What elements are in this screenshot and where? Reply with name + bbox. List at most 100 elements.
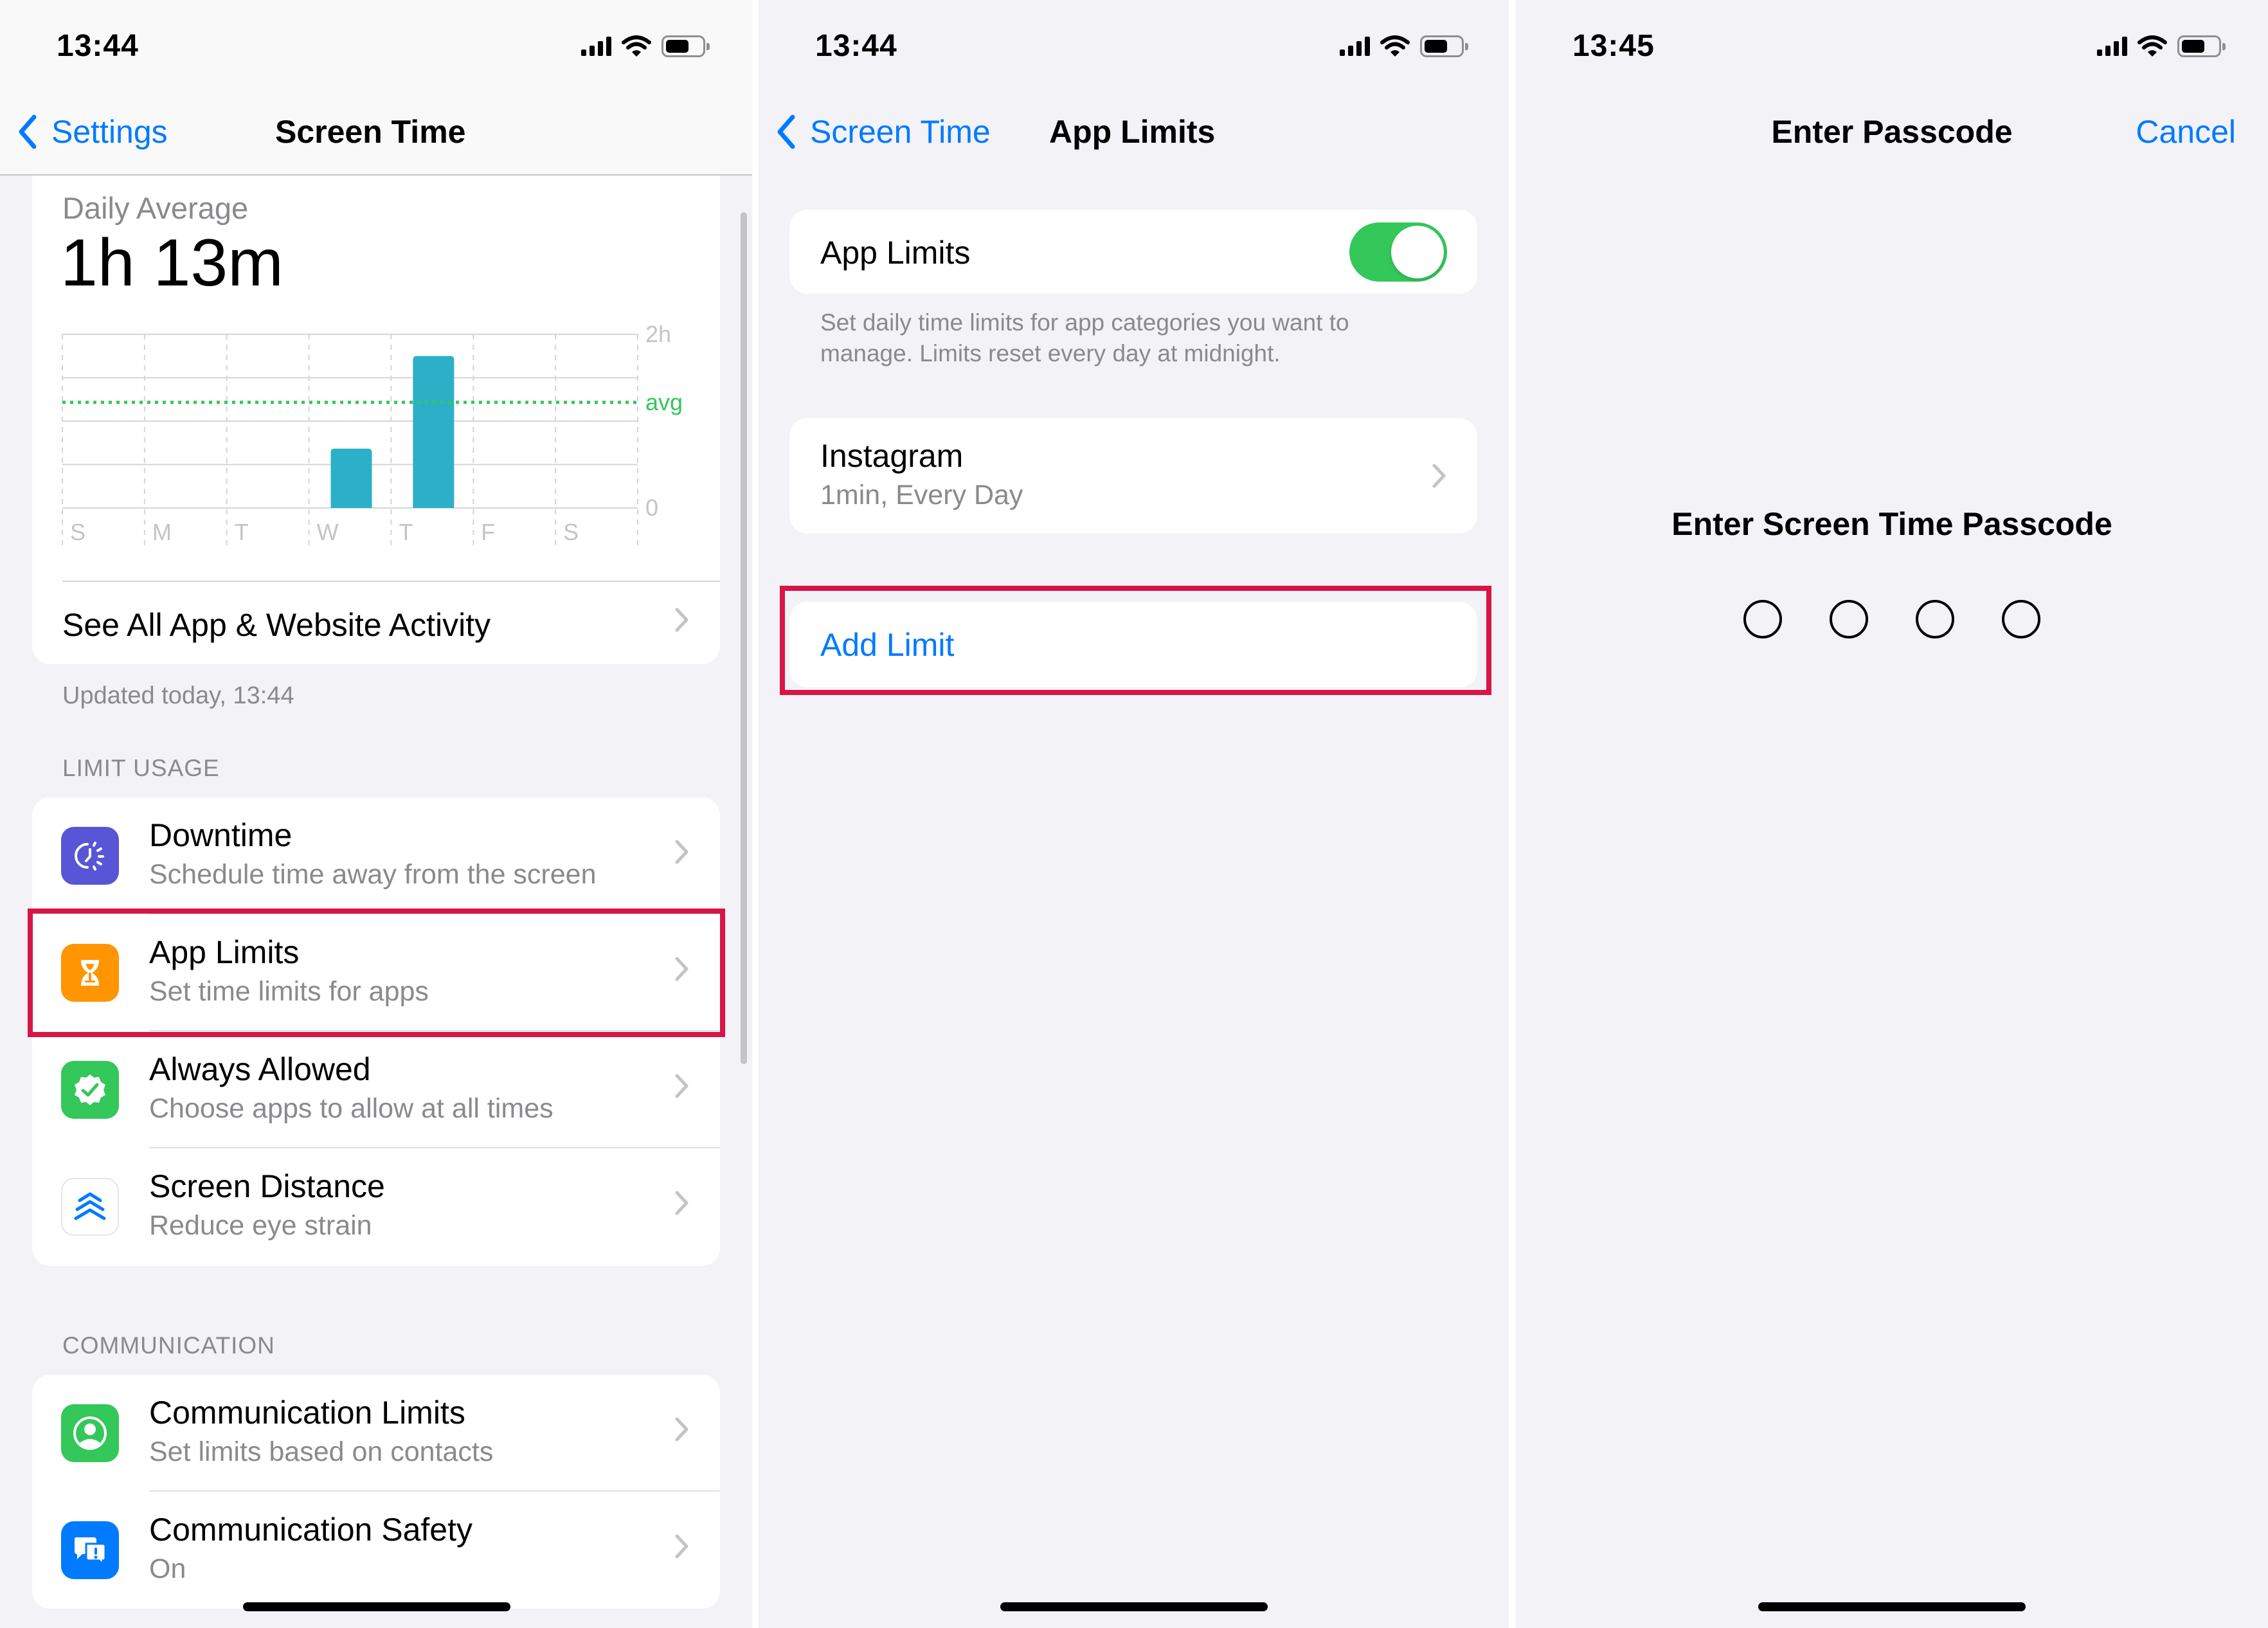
downtime-title: Downtime [149, 817, 292, 853]
chevron-right-icon [675, 1074, 688, 1098]
app-limits-toggle-label: App Limits [820, 235, 971, 271]
description-line-2: manage. Limits reset every day at midnig… [820, 340, 1281, 366]
daily-average-card: Daily Average 1h 13m avg 2h 0 S M T W T F S See A… [32, 129, 720, 664]
communication-card: Communication Limits Set limits based on… [32, 1375, 720, 1609]
passcode-digit-4 [2002, 600, 2040, 638]
chevron-left-icon [777, 114, 795, 149]
x-tick-label: M [152, 519, 172, 545]
battery-icon [2177, 35, 2226, 57]
average-label: avg [645, 389, 683, 415]
bar-w-3 [330, 448, 372, 508]
hourglass-icon [61, 944, 119, 1002]
communication-header: COMMUNICATION [62, 1332, 275, 1359]
battery-icon [662, 35, 710, 57]
chevron-right-icon [675, 1191, 688, 1215]
toggle-knob [1391, 226, 1444, 278]
bar-t-4 [413, 356, 455, 508]
y-tick-label-min: 0 [645, 494, 658, 521]
communication-safety-title: Communication Safety [149, 1512, 473, 1548]
app-limits-description: Set daily time limits for app categories… [820, 307, 1349, 369]
status-time: 13:44 [57, 29, 139, 63]
always-allowed-row[interactable]: Always Allowed Choose apps to allow at a… [32, 1031, 720, 1148]
app-limits-toggle-card: App Limits [789, 210, 1477, 294]
wifi-icon [2138, 35, 2167, 57]
chevron-left-icon [19, 114, 37, 149]
status-icons [2097, 33, 2226, 59]
see-all-activity-row[interactable]: See All App & Website Activity [32, 582, 720, 664]
screen-time-screen: Daily Average 1h 13m avg 2h 0 S M T W T F S See A… [0, 0, 752, 1628]
chat-bubbles-alert-icon [61, 1521, 119, 1579]
instagram-limit-row[interactable]: Instagram 1min, Every Day [789, 418, 1477, 534]
chevron-right-icon [1432, 464, 1446, 488]
x-tick-label: W [317, 519, 339, 545]
page-title: Screen Time [275, 114, 466, 150]
scrollbar[interactable] [741, 212, 747, 1064]
communication-limits-title: Communication Limits [149, 1395, 465, 1431]
cellular-signal-icon [1340, 37, 1370, 56]
communication-limits-row[interactable]: Communication Limits Set limits based on… [32, 1375, 720, 1492]
see-all-activity-label: See All App & Website Activity [62, 607, 491, 643]
communication-limits-subtitle: Set limits based on contacts [149, 1436, 494, 1467]
home-indicator [1000, 1602, 1268, 1611]
status-icons [1340, 33, 1468, 59]
cellular-signal-icon [2097, 37, 2127, 56]
app-limits-row[interactable]: App Limits Set time limits for apps [32, 914, 720, 1031]
communication-safety-status: On [149, 1553, 186, 1584]
chevron-right-icon [675, 957, 688, 981]
battery-icon [1420, 35, 1468, 57]
passcode-digit-3 [1916, 600, 1954, 638]
status-icons [581, 33, 710, 59]
wifi-icon [1380, 35, 1410, 57]
back-label: Settings [51, 114, 168, 150]
passcode-digit-2 [1830, 600, 1868, 638]
usage-chart: avg 2h 0 S M T W T F S [62, 321, 683, 547]
back-button[interactable]: Settings [18, 113, 168, 150]
status-time: 13:44 [815, 29, 897, 63]
app-limits-screen: 13:44 Screen Time App Limits App Limits … [759, 0, 1509, 1628]
chevron-right-icon [675, 840, 688, 864]
x-tick-label: F [481, 519, 495, 545]
limit-usage-card: Downtime Schedule time away from the scr… [32, 797, 720, 1266]
limit-usage-header: LIMIT USAGE [62, 755, 220, 781]
back-label: Screen Time [810, 114, 991, 150]
limit-detail: 1min, Every Day [820, 480, 1023, 511]
passcode-digit-1 [1743, 600, 1782, 638]
x-tick-label: T [399, 519, 413, 545]
home-indicator [243, 1602, 510, 1611]
checkmark-seal-icon [61, 1061, 119, 1119]
screen-distance-subtitle: Reduce eye strain [149, 1210, 372, 1241]
app-limits-title: App Limits [149, 934, 300, 970]
chevrons-up-icon [61, 1178, 119, 1236]
wifi-icon [622, 35, 651, 57]
screen-distance-row[interactable]: Screen Distance Reduce eye strain [32, 1148, 720, 1265]
always-allowed-subtitle: Choose apps to allow at all times [149, 1093, 554, 1124]
status-time: 13:45 [1572, 29, 1655, 63]
screen-distance-title: Screen Distance [149, 1168, 385, 1204]
chevron-right-icon [675, 1534, 688, 1559]
passcode-prompt: Enter Screen Time Passcode [1671, 506, 2112, 542]
app-limits-subtitle: Set time limits for apps [149, 976, 429, 1007]
chevron-right-icon [675, 1417, 688, 1442]
enter-passcode-screen: 13:45 Enter Passcode Cancel Enter Screen… [1516, 0, 2268, 1628]
communication-safety-row[interactable]: Communication Safety On [32, 1492, 720, 1609]
x-tick-label: S [563, 519, 579, 545]
chevron-right-icon [675, 608, 688, 632]
downtime-row[interactable]: Downtime Schedule time away from the scr… [32, 797, 720, 914]
person-circle-icon [61, 1404, 119, 1462]
downtime-icon [61, 827, 119, 885]
x-tick-label: T [235, 519, 249, 545]
cellular-signal-icon [581, 37, 611, 56]
back-button[interactable]: Screen Time [777, 113, 991, 150]
add-limit-button[interactable]: Add Limit [789, 602, 1477, 687]
limit-app-name: Instagram [820, 438, 964, 474]
home-indicator [1758, 1602, 2026, 1611]
y-tick-label-max: 2h [645, 321, 671, 347]
description-line-1: Set daily time limits for app categories… [820, 309, 1349, 336]
page-title: App Limits [1049, 114, 1216, 150]
updated-text: Updated today, 13:44 [62, 682, 294, 709]
cancel-button[interactable]: Cancel [2136, 113, 2236, 150]
app-limits-toggle[interactable] [1349, 222, 1447, 282]
add-limit-label: Add Limit [820, 627, 955, 663]
always-allowed-title: Always Allowed [149, 1051, 371, 1087]
downtime-subtitle: Schedule time away from the screen [149, 859, 597, 890]
